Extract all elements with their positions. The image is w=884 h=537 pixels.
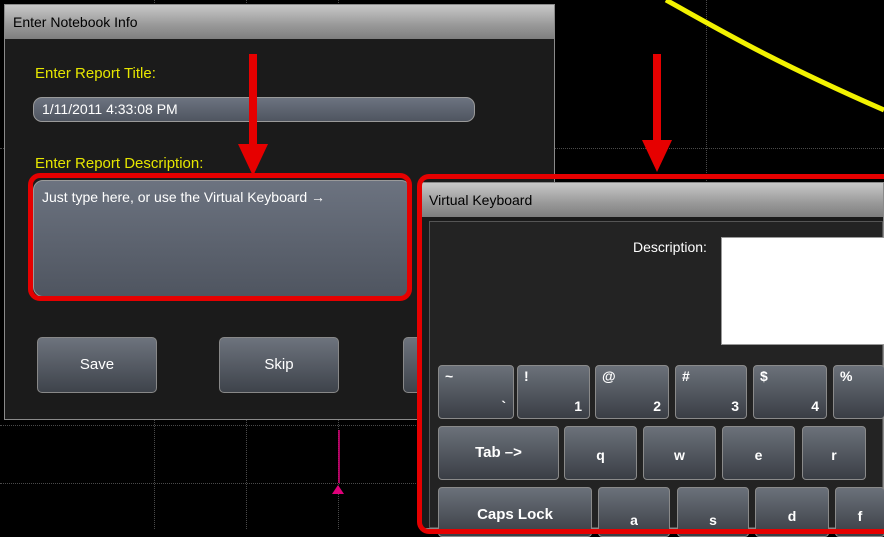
report-title-value: 1/11/2011 4:33:08 PM: [42, 101, 178, 117]
skip-button-label: Skip: [264, 356, 294, 373]
arrow-down-icon: [642, 54, 672, 172]
report-description-label: Enter Report Description:: [35, 155, 204, 172]
trigger-marker-icon: [332, 485, 344, 494]
annotation-box-description: [28, 173, 412, 301]
dialog-title: Enter Notebook Info: [5, 5, 554, 39]
save-button-label: Save: [79, 356, 115, 373]
skip-button[interactable]: Skip: [219, 337, 339, 393]
arrow-down-icon: [238, 54, 268, 176]
report-title-label: Enter Report Title:: [35, 65, 156, 82]
save-button[interactable]: Save: [37, 337, 157, 393]
annotation-box-keyboard: [417, 174, 884, 534]
